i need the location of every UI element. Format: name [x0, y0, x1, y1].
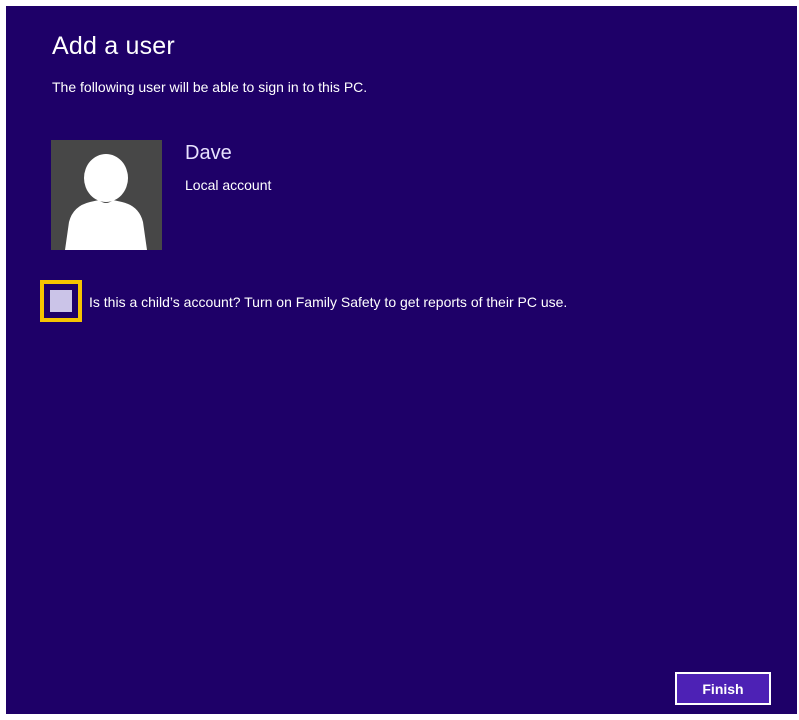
- finish-button[interactable]: Finish: [675, 672, 771, 705]
- account-type: Local account: [185, 177, 272, 193]
- user-silhouette-icon: [65, 154, 147, 250]
- page-title: Add a user: [52, 32, 175, 60]
- child-account-option[interactable]: Is this a child’s account? Turn on Famil…: [40, 280, 720, 322]
- user-card: Dave Local account: [51, 140, 611, 252]
- checkbox-box: [50, 290, 72, 312]
- user-name: Dave: [185, 142, 232, 164]
- add-user-dialog: Add a user The following user will be ab…: [6, 6, 797, 714]
- child-account-checkbox[interactable]: [40, 280, 82, 322]
- child-account-label[interactable]: Is this a child’s account? Turn on Famil…: [89, 293, 567, 311]
- user-avatar: [51, 140, 162, 250]
- page-subtitle: The following user will be able to sign …: [52, 79, 368, 95]
